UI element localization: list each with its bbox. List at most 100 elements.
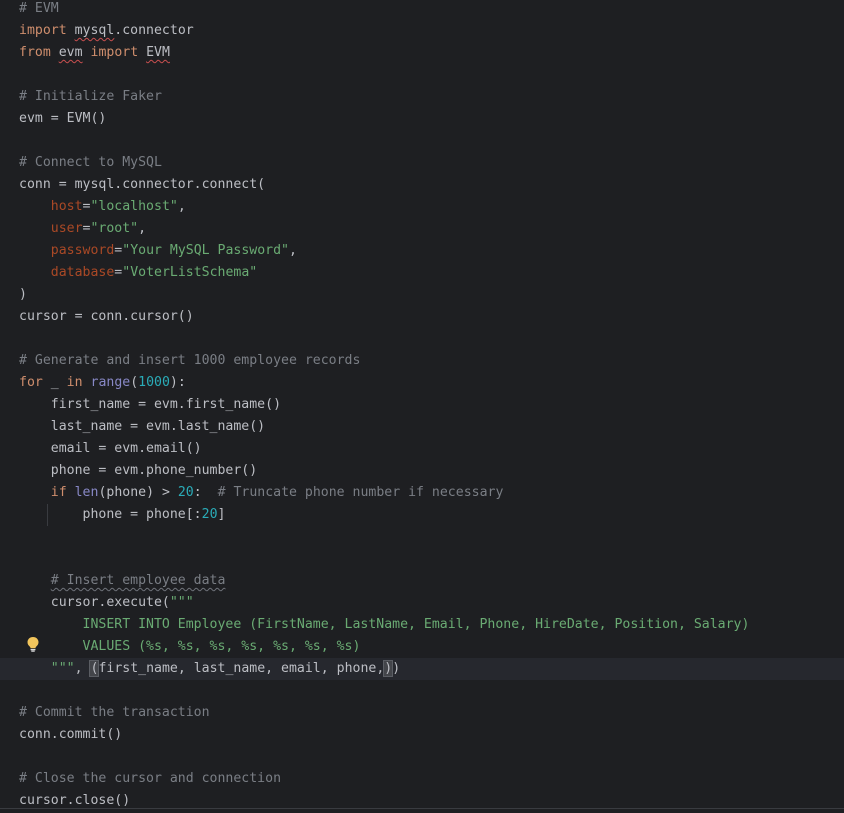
code-line[interactable]: email = evm.email()	[19, 438, 844, 460]
code-token: ,	[177, 199, 186, 214]
code-line[interactable]: import mysql.connector	[19, 20, 844, 42]
code-line[interactable]: # Commit the transaction	[19, 702, 844, 724]
code-line[interactable]: ​	[19, 526, 844, 548]
code-line[interactable]: # Generate and insert 1000 employee reco…	[19, 350, 844, 372]
code-line[interactable]: # Insert employee data	[19, 570, 844, 592]
code-token: host	[50, 199, 83, 214]
code-token: "VoterListSchema"	[122, 265, 258, 280]
code-token: range	[90, 375, 131, 390]
code-token: ,	[138, 221, 147, 236]
code-token: VALUES (%s, %s, %s, %s, %s, %s, %s)	[19, 639, 361, 654]
code-line[interactable]: password="Your MySQL Password",	[19, 240, 844, 262]
code-token: 20	[177, 485, 194, 500]
code-line[interactable]: cursor = conn.cursor()	[19, 306, 844, 328]
code-token: # Connect to MySQL	[19, 155, 162, 170]
code-line[interactable]: from evm import EVM	[19, 42, 844, 64]
code-token: .connector	[114, 23, 194, 38]
code-line[interactable]: user="root",	[19, 218, 844, 240]
code-token: # Generate and insert 1000 employee reco…	[19, 353, 361, 368]
code-line[interactable]: conn.commit()	[19, 724, 844, 746]
code-line[interactable]: ​	[19, 548, 844, 570]
code-token: email = evm.email()	[19, 441, 202, 456]
code-token: EVM	[146, 45, 170, 60]
code-line[interactable]: if len(phone) > 20: # Truncate phone num…	[19, 482, 844, 504]
code-token: )	[19, 287, 27, 302]
code-line[interactable]: ​	[19, 328, 844, 350]
code-line[interactable]: host="localhost",	[19, 196, 844, 218]
code-token: first_name = evm.first_name()	[19, 397, 282, 412]
code-area[interactable]: # EVM import mysql.connector from evm impo…	[0, 0, 844, 812]
code-token: (phone) >	[98, 485, 178, 500]
editor-bottom-border	[0, 808, 844, 809]
code-token: 20	[201, 507, 218, 522]
code-token: last_name = evm.last_name()	[19, 419, 266, 434]
code-token: password	[50, 243, 115, 258]
code-token: """	[169, 595, 194, 610]
code-token: (	[130, 375, 139, 390]
code-token: conn.commit()	[19, 727, 123, 742]
code-line[interactable]: cursor.execute("""	[19, 592, 844, 614]
code-token: ]	[217, 507, 226, 522]
code-line[interactable]: # Close the cursor and connection	[19, 768, 844, 790]
code-token: # Close the cursor and connection	[19, 771, 282, 786]
lightbulb-icon[interactable]	[26, 636, 40, 652]
code-line[interactable]: )	[19, 284, 844, 306]
code-line[interactable]: last_name = evm.last_name()	[19, 416, 844, 438]
code-token: first_name, last_name, email, phone,	[98, 661, 385, 676]
code-line[interactable]: for _ in range(1000):	[19, 372, 844, 394]
code-token: evm	[58, 45, 83, 60]
code-line[interactable]: evm = EVM()	[19, 108, 844, 130]
code-token: :	[193, 485, 218, 500]
code-editor[interactable]: # EVM import mysql.connector from evm impo…	[0, 0, 844, 813]
code-line[interactable]: """, (first_name, last_name, email, phon…	[0, 658, 844, 680]
code-token: cursor = conn.cursor()	[19, 309, 194, 324]
code-line[interactable]: # Initialize Faker	[19, 86, 844, 108]
code-token: in	[66, 375, 83, 390]
code-line[interactable]: database="VoterListSchema"	[19, 262, 844, 284]
code-line[interactable]: phone = evm.phone_number()	[19, 460, 844, 482]
code-token: # Truncate phone number if necessary	[217, 485, 504, 500]
code-token: "root"	[90, 221, 139, 236]
code-line[interactable]: ​	[19, 746, 844, 768]
code-token: )	[392, 661, 401, 676]
code-line[interactable]: INSERT INTO Employee (FirstName, LastNam…	[19, 614, 844, 636]
code-token: import	[90, 45, 139, 60]
code-line[interactable]: # Connect to MySQL	[19, 152, 844, 174]
code-line[interactable]: VALUES (%s, %s, %s, %s, %s, %s, %s)	[19, 636, 844, 658]
code-token: """	[50, 661, 75, 676]
code-token: phone = evm.phone_number()	[19, 463, 258, 478]
code-line[interactable]: conn = mysql.connector.connect(	[19, 174, 844, 196]
code-token: ):	[169, 375, 186, 390]
code-line[interactable]: ​	[19, 130, 844, 152]
code-token: for	[19, 375, 43, 390]
code-token: database	[50, 265, 115, 280]
code-token: evm = EVM()	[19, 111, 107, 126]
code-token: # Commit the transaction	[19, 705, 210, 720]
code-token: INSERT INTO Employee (FirstName, LastNam…	[19, 617, 750, 632]
code-token: cursor.close()	[19, 793, 131, 808]
code-line[interactable]: first_name = evm.first_name()	[19, 394, 844, 416]
code-token: ,	[74, 661, 91, 676]
code-token: conn = mysql.connector.connect(	[19, 177, 266, 192]
code-token: # Insert employee data	[50, 573, 226, 588]
code-token: from	[19, 45, 51, 60]
code-line[interactable]: # EVM	[19, 0, 844, 20]
code-line[interactable]: ​	[19, 64, 844, 86]
code-token: "localhost"	[90, 199, 178, 214]
code-token: phone = phone[:	[19, 507, 202, 522]
code-token: _	[42, 375, 67, 390]
code-token: mysql	[74, 23, 115, 38]
code-line[interactable]: phone = phone[:20]	[19, 504, 844, 526]
code-line[interactable]: ​	[19, 680, 844, 702]
code-token: ,	[288, 243, 297, 258]
